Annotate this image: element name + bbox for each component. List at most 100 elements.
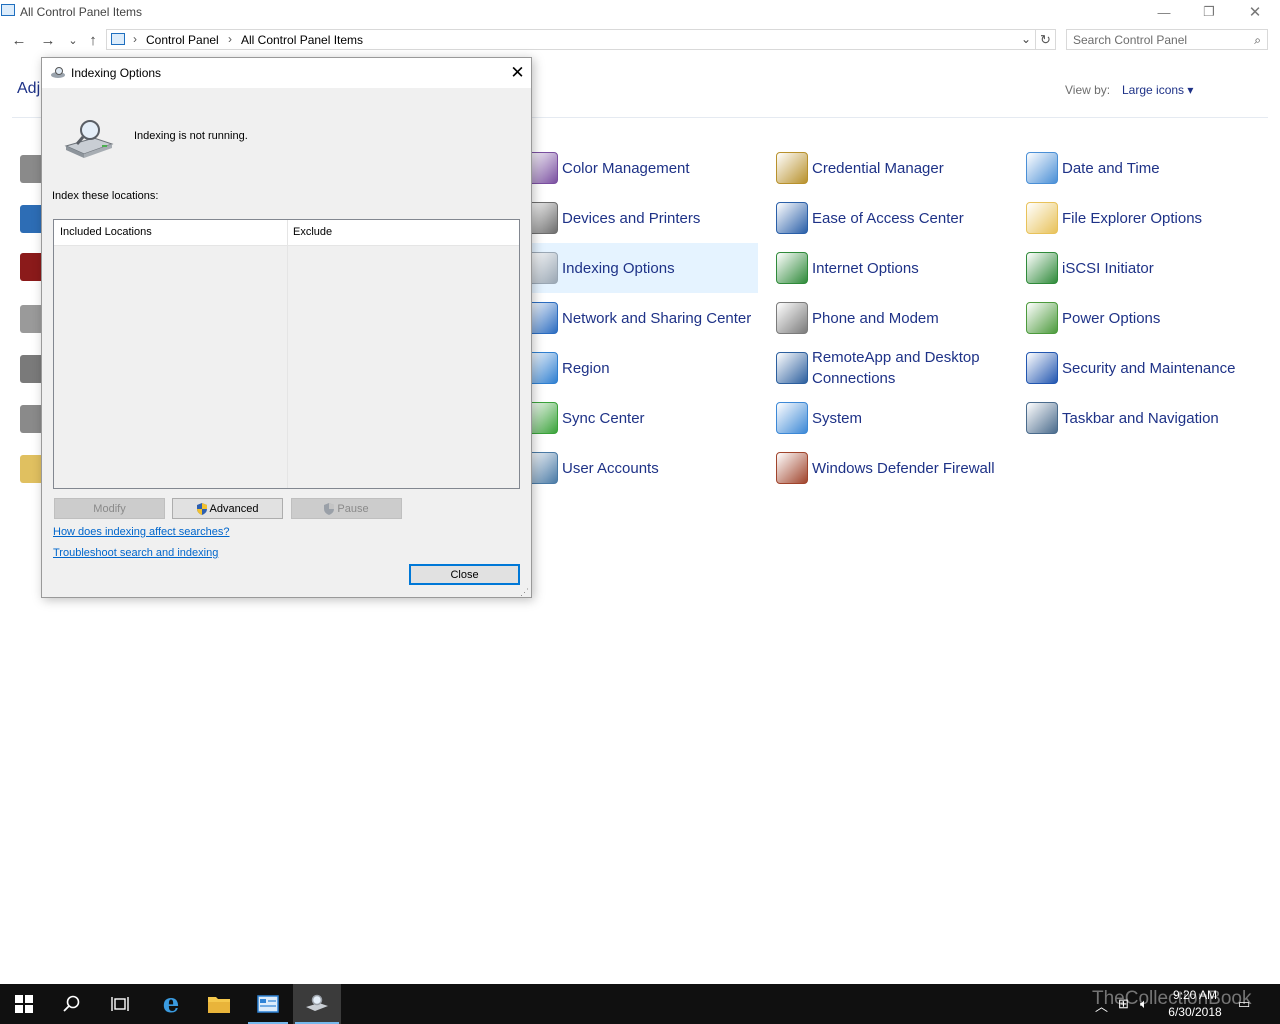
volume-icon[interactable]: 🔈︎ (1140, 996, 1148, 1012)
resize-grip[interactable]: ⋰ (520, 587, 529, 598)
index-locations-label: Index these locations: (52, 190, 159, 202)
cp-item-system[interactable]: System (770, 393, 1005, 443)
cp-item-label: Phone and Modem (812, 309, 939, 327)
close-button[interactable]: Close (409, 564, 520, 585)
forward-button[interactable]: → (37, 30, 59, 50)
search-icon[interactable]: ⌕ (1254, 33, 1261, 48)
breadcrumb-all-items[interactable]: All Control Panel Items (241, 33, 363, 47)
start-button[interactable] (0, 984, 48, 1024)
dialog-titlebar: Indexing Options ✕ (42, 58, 531, 88)
cp-item-label: Power Options (1062, 309, 1161, 327)
cp-item-indexing-options[interactable]: Indexing Options (520, 243, 758, 293)
show-hidden-icons-button[interactable]: ︿ (1095, 996, 1108, 1015)
cp-item-power-options[interactable]: Power Options (1020, 293, 1255, 343)
modify-button[interactable]: Modify (54, 498, 165, 519)
advanced-button[interactable]: Advanced (172, 498, 283, 519)
folder-icon (208, 997, 230, 1013)
breadcrumb-separator[interactable]: › (133, 32, 137, 46)
taskbar: e TheCollectionBook ︿ ⊞ 🔈︎ 9:20 AM 6/30/… (0, 984, 1280, 1024)
cp-item-date-and-time[interactable]: Date and Time (1020, 143, 1255, 193)
network-icon[interactable]: ⊞ (1118, 996, 1129, 1012)
action-center-icon[interactable]: ▭ (1238, 996, 1250, 1012)
cp-item-ease-of-access-center[interactable]: Ease of Access Center (770, 193, 1005, 243)
cp-item-file-explorer-options[interactable]: File Explorer Options (1020, 193, 1255, 243)
search-taskbar-button[interactable] (48, 984, 96, 1024)
monitor-icon (776, 402, 808, 434)
dialog-title: Indexing Options (71, 66, 162, 80)
cp-item-label: Date and Time (1062, 159, 1160, 177)
up-button[interactable]: ↑ (82, 30, 104, 50)
address-bar[interactable]: › Control Panel › All Control Panel Item… (106, 29, 1036, 50)
cp-item-label: Devices and Printers (562, 209, 701, 227)
remote-desktop-icon (776, 352, 808, 384)
control-panel-icon (257, 995, 279, 1013)
window-title: All Control Panel Items (20, 5, 143, 19)
cp-item-label: Region (562, 359, 610, 377)
cp-item-user-accounts[interactable]: User Accounts (520, 443, 758, 493)
clock-time[interactable]: 9:20 AM (1160, 988, 1230, 1002)
search-box[interactable]: ⌕ (1066, 29, 1268, 50)
cp-item-label: Security and Maintenance (1062, 359, 1236, 377)
credential-icon (776, 152, 808, 184)
cp-item-phone-and-modem[interactable]: Phone and Modem (770, 293, 1005, 343)
indexing-options-dialog: Indexing Options ✕ Indexing is not runni… (41, 57, 532, 598)
clock-date[interactable]: 6/30/2018 (1160, 1005, 1230, 1019)
cp-item-color-management[interactable]: Color Management (520, 143, 758, 193)
cp-item-iscsi-initiator[interactable]: iSCSI Initiator (1020, 243, 1255, 293)
uac-shield-icon (324, 502, 335, 515)
search-input[interactable] (1073, 32, 1243, 47)
cp-item-label: Taskbar and Navigation (1062, 409, 1219, 427)
restore-button[interactable]: ❐ (1186, 0, 1232, 24)
troubleshoot-link[interactable]: Troubleshoot search and indexing (53, 547, 218, 559)
refresh-button[interactable]: ↻ (1036, 29, 1056, 50)
recent-locations-button[interactable]: ⌄ (62, 30, 84, 50)
pause-button[interactable]: Pause (291, 498, 402, 519)
internet-icon (776, 252, 808, 284)
back-button[interactable]: ← (8, 30, 30, 50)
taskbar-internet-explorer[interactable]: e (147, 984, 195, 1024)
cp-item-label: Indexing Options (562, 259, 675, 277)
cp-item-label: Windows Defender Firewall (812, 459, 995, 477)
column-divider[interactable] (287, 220, 288, 488)
cp-item-label: File Explorer Options (1062, 209, 1203, 227)
cp-item-devices-and-printers[interactable]: Devices and Printers (520, 193, 758, 243)
close-window-button[interactable]: ✕ (1232, 0, 1278, 24)
cp-item-sync-center[interactable]: Sync Center (520, 393, 758, 443)
windows-logo-icon (15, 995, 33, 1013)
taskbar-control-panel[interactable] (244, 984, 292, 1024)
cp-item-windows-defender-firewall[interactable]: Windows Defender Firewall (770, 443, 1005, 493)
minimize-button[interactable]: — (1141, 0, 1187, 24)
breadcrumb-separator[interactable]: › (228, 32, 232, 46)
indexing-help-link[interactable]: How does indexing affect searches? (53, 526, 230, 538)
dialog-close-icon[interactable]: ✕ (504, 58, 531, 88)
modify-label: Modify (93, 502, 126, 515)
cp-item-security-and-maintenance[interactable]: Security and Maintenance (1020, 343, 1255, 393)
calendar-icon (1026, 152, 1058, 184)
advanced-label: Advanced (209, 502, 259, 515)
cp-item-credential-manager[interactable]: Credential Manager (770, 143, 1005, 193)
cp-item-taskbar-and-navigation[interactable]: Taskbar and Navigation (1020, 393, 1255, 443)
breadcrumb-control-panel[interactable]: Control Panel (146, 33, 219, 47)
indexing-status-icon (64, 120, 114, 158)
folder-options-icon (1026, 202, 1058, 234)
cp-item-internet-options[interactable]: Internet Options (770, 243, 1005, 293)
taskbar-indexing-options[interactable] (293, 984, 341, 1024)
cp-item-label: RemoteApp and Desktop Connections (812, 349, 980, 387)
task-view-button[interactable] (96, 984, 144, 1024)
iscsi-icon (1026, 252, 1058, 284)
cp-item-label: Ease of Access Center (812, 209, 964, 227)
cp-item-network-and-sharing-center[interactable]: Network and Sharing Center (520, 293, 758, 343)
taskbar-file-explorer[interactable] (195, 984, 243, 1024)
cp-item-label: Network and Sharing Center (562, 309, 752, 327)
cp-item-label: User Accounts (562, 459, 659, 477)
cp-item-region[interactable]: Region (520, 343, 758, 393)
address-dropdown-button[interactable]: ⌄ (1021, 32, 1031, 46)
view-by-dropdown[interactable]: Large icons ▾ (1122, 83, 1193, 97)
view-by-label: View by: (1065, 83, 1111, 97)
control-panel-icon (1, 4, 15, 16)
power-icon (1026, 302, 1058, 334)
locations-list[interactable]: Included Locations Exclude (53, 219, 520, 489)
column-included-locations[interactable]: Included Locations (60, 226, 152, 238)
column-exclude[interactable]: Exclude (293, 226, 332, 238)
cp-item-remoteapp-and-desktop-connections[interactable]: RemoteApp and Desktop Connections (770, 343, 1005, 393)
